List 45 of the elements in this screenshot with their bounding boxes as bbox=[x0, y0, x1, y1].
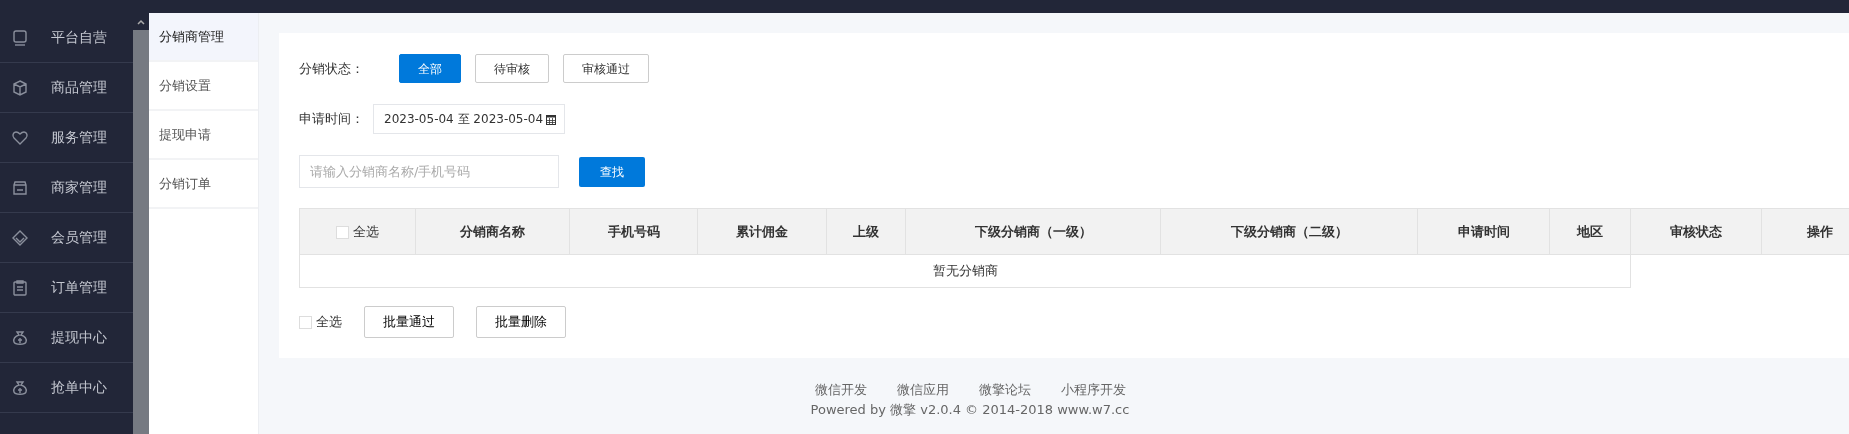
copyright-text: Powered by 微擎 v2.0.4 © 2014-2018 www.w7.cc bbox=[809, 401, 1131, 419]
filter-option-button[interactable]: 待审核 bbox=[475, 54, 549, 83]
column-header: 地区 bbox=[1549, 208, 1631, 255]
subnav-item[interactable]: 分销设置 bbox=[149, 62, 258, 111]
column-header: 下级分销商（二级） bbox=[1160, 208, 1418, 255]
footer-link[interactable]: 微信开发 bbox=[814, 382, 867, 397]
diamond-icon bbox=[11, 228, 29, 247]
footer-link[interactable]: 微擎论坛 bbox=[978, 382, 1031, 397]
money-bag-icon bbox=[11, 328, 29, 347]
store-icon bbox=[11, 178, 29, 197]
filter-option-button[interactable]: 审核通过 bbox=[563, 54, 649, 83]
cube-icon bbox=[11, 78, 29, 97]
subnav-item[interactable]: 分销商管理 bbox=[149, 13, 258, 62]
filter-option-button[interactable]: 全部 bbox=[399, 54, 461, 83]
date-range-field[interactable]: 2023-05-04 至 2023-05-04 bbox=[373, 104, 566, 134]
checkbox[interactable] bbox=[299, 315, 312, 329]
bulk-action-button[interactable]: 批量通过 bbox=[364, 306, 454, 338]
monitor-icon bbox=[11, 28, 29, 47]
column-header: 操作 bbox=[1761, 208, 1849, 255]
column-header: 审核状态 bbox=[1630, 208, 1762, 255]
clipboard-icon bbox=[11, 278, 29, 297]
calendar-icon bbox=[546, 113, 557, 125]
column-header: 下级分销商（一级） bbox=[905, 208, 1161, 255]
checkbox[interactable] bbox=[335, 225, 349, 239]
search-field[interactable]: 请输入分销商名称/手机号码 bbox=[299, 155, 559, 188]
column-header: 申请时间 bbox=[1417, 208, 1550, 255]
column-header: 累计佣金 bbox=[697, 208, 827, 255]
subnav-item[interactable]: 提现申请 bbox=[149, 111, 258, 160]
heart-icon bbox=[11, 128, 29, 147]
select-all-label: 全选 bbox=[316, 313, 342, 332]
column-header: 手机号码 bbox=[569, 208, 698, 255]
footer-link[interactable]: 小程序开发 bbox=[1060, 382, 1126, 397]
column-header: 上级 bbox=[826, 208, 906, 255]
scroll-up-icon[interactable] bbox=[137, 18, 145, 25]
filter-label: 申请时间： bbox=[299, 110, 365, 129]
bulk-action-button[interactable]: 批量删除 bbox=[476, 306, 566, 338]
column-header: 分销商名称 bbox=[415, 208, 570, 255]
filter-label: 分销状态： bbox=[299, 59, 365, 78]
subnav-item[interactable]: 分销订单 bbox=[149, 160, 258, 209]
search-button[interactable]: 查找 bbox=[579, 156, 645, 187]
money-bag-icon bbox=[11, 378, 29, 397]
empty-message: 暂无分销商 bbox=[299, 254, 1631, 288]
footer-link[interactable]: 微信应用 bbox=[896, 382, 949, 397]
scrollbar[interactable] bbox=[133, 13, 149, 434]
select-all-label: 全选 bbox=[352, 223, 379, 239]
